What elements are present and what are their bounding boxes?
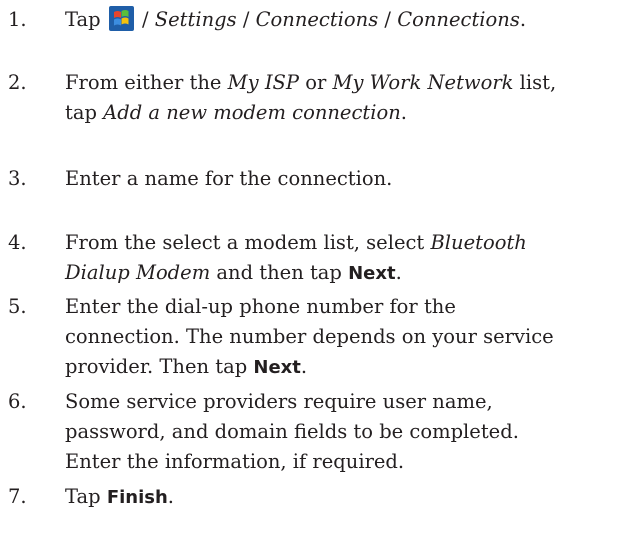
step-number: 6. xyxy=(8,390,27,413)
ui-path-text: Add a new modem connection xyxy=(103,101,401,124)
step-number: 5. xyxy=(8,295,27,318)
step-text-line: Tap / Settings / Connections / Connectio… xyxy=(65,5,644,35)
body-text: / xyxy=(236,8,256,31)
body-text: and then tap xyxy=(210,261,349,284)
step-text: Tap Finish. xyxy=(65,482,644,512)
step-text-line: Enter the dial-up phone number for the xyxy=(65,292,644,322)
button-name-text: Next xyxy=(253,357,301,378)
step-number: 1. xyxy=(8,8,27,31)
step-number: 2. xyxy=(8,71,27,94)
step-text: From the select a modem list, select Blu… xyxy=(65,228,644,288)
body-text: From the select a modem list, select xyxy=(65,231,431,254)
body-text: or xyxy=(299,71,333,94)
step-text: Tap / Settings / Connections / Connectio… xyxy=(65,5,644,35)
ui-path-text: Bluetooth xyxy=(430,231,527,254)
step-number: 3. xyxy=(8,167,27,190)
step-text-line: Dialup Modem and then tap Next. xyxy=(65,258,644,288)
body-text: list, xyxy=(513,71,557,94)
step-text-line: password, and domain fields to be comple… xyxy=(65,417,644,447)
ui-path-text: Connections xyxy=(255,8,379,31)
body-text: . xyxy=(519,8,527,31)
step-text-line: Enter a name for the connection. xyxy=(65,164,644,194)
body-text: . xyxy=(167,485,174,508)
body-text: Enter the dial-up phone number for the xyxy=(65,295,456,318)
button-name-text: Next xyxy=(348,263,396,284)
step-text-line: connection. The number depends on your s… xyxy=(65,322,644,352)
step-text-line: Enter the information, if required. xyxy=(65,447,644,477)
ui-path-text: Dialup Modem xyxy=(65,261,211,284)
body-text: Tap xyxy=(65,485,107,508)
step-text-line: From the select a modem list, select Blu… xyxy=(65,228,644,258)
step-text: Enter the dial-up phone number for the co… xyxy=(65,292,644,382)
windows-start-icon[interactable] xyxy=(108,6,134,31)
step-text: Some service providers require user name… xyxy=(65,387,644,477)
step-number: 7. xyxy=(8,485,27,508)
step-text-line: From either the My ISP or My Work Networ… xyxy=(65,68,644,98)
step-text-line: Tap Finish. xyxy=(65,482,644,512)
body-text: Enter the information, if required. xyxy=(65,450,405,473)
body-text: . xyxy=(395,261,402,284)
body-text: . xyxy=(300,355,308,378)
body-text: Enter a name for the connection. xyxy=(65,167,393,190)
step-text: From either the My ISP or My Work Networ… xyxy=(65,68,644,128)
ui-path-text: Settings xyxy=(154,8,237,31)
ui-path-text: My Work Network xyxy=(332,71,514,94)
body-text: / xyxy=(135,8,155,31)
body-text: tap xyxy=(65,101,104,124)
body-text: . xyxy=(400,101,407,124)
body-text: Some service providers require user name… xyxy=(65,390,493,413)
step-text: Enter a name for the connection. xyxy=(65,164,644,194)
ui-path-text: My ISP xyxy=(227,71,300,94)
body-text: From either the xyxy=(65,71,228,94)
body-text: / xyxy=(378,8,398,31)
button-name-text: Finish xyxy=(106,487,168,508)
step-text-line: tap Add a new modem connection. xyxy=(65,98,644,128)
body-text: password, and domain fields to be comple… xyxy=(65,420,519,443)
step-number: 4. xyxy=(8,231,27,254)
ui-path-text: Connections xyxy=(397,8,520,31)
step-text-line: Some service providers require user name… xyxy=(65,387,644,417)
body-text: Tap xyxy=(65,8,107,31)
step-text-line: provider. Then tap Next. xyxy=(65,352,644,382)
body-text: provider. Then tap xyxy=(65,355,254,378)
body-text: connection. The number depends on your s… xyxy=(65,325,554,348)
